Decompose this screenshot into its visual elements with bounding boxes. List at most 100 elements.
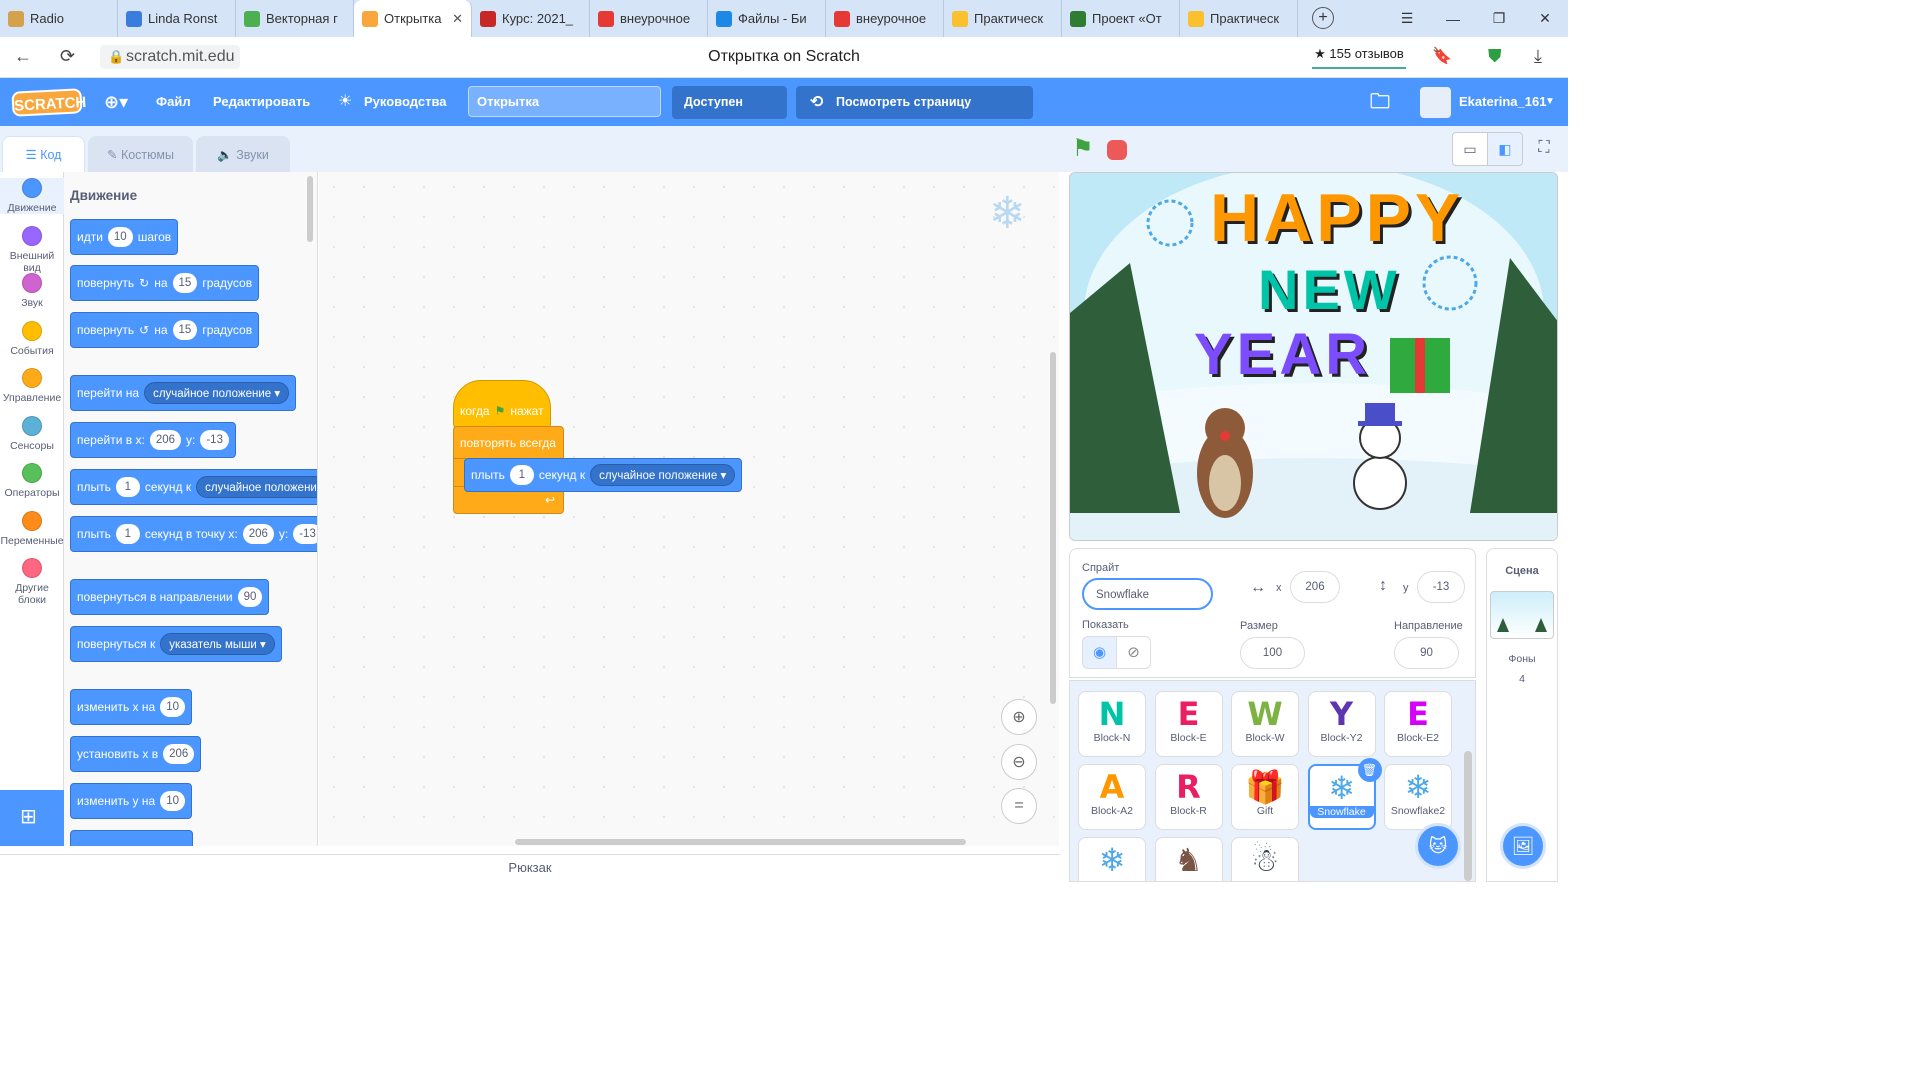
- category-item[interactable]: Внешний вид: [0, 225, 64, 274]
- reviews-badge[interactable]: ★ 155 отзывов: [1312, 43, 1406, 69]
- close-tab-icon[interactable]: ✕: [452, 11, 463, 27]
- direction-input[interactable]: 90: [1394, 637, 1459, 669]
- sprite-thumbnail[interactable]: R Block-R: [1154, 764, 1223, 830]
- point-towards-dropdown[interactable]: указатель мыши ▾: [160, 633, 275, 655]
- change-y-input[interactable]: 10: [160, 791, 185, 811]
- category-item[interactable]: Сенсоры: [0, 415, 64, 452]
- tab-code[interactable]: ☰ Код: [2, 136, 85, 174]
- sprite-thumbnail[interactable]: ❄ Snowflake 🗑: [1307, 758, 1382, 830]
- shield-icon[interactable]: ⛊: [1488, 46, 1502, 67]
- goto-xy-block[interactable]: перейти в x: 206 y: -13: [70, 422, 236, 458]
- browser-tab[interactable]: Linda Ronst: [118, 0, 236, 37]
- move-steps-input[interactable]: 10: [107, 227, 133, 247]
- sprite-list-scrollbar[interactable]: [1464, 751, 1472, 881]
- sprite-thumbnail[interactable]: 🎁 Gift: [1231, 764, 1299, 830]
- scratch-logo[interactable]: SCRATCH: [11, 88, 87, 117]
- tab-search-icon[interactable]: ☰: [1384, 0, 1430, 37]
- backpack[interactable]: Рюкзак: [0, 854, 1060, 882]
- globe-language-icon[interactable]: ⊕▾: [104, 78, 128, 126]
- browser-tab[interactable]: внеурочное: [590, 0, 708, 37]
- new-tab-button[interactable]: +: [1312, 7, 1334, 29]
- browser-tab[interactable]: Открытка ✕: [354, 0, 472, 37]
- workspace-vertical-scrollbar[interactable]: [1050, 352, 1056, 704]
- goto-block[interactable]: перейти на случайное положение ▾: [70, 375, 297, 411]
- url-field[interactable]: 🔒 scratch.mit.edu: [100, 45, 241, 69]
- point-towards-block[interactable]: повернуться к указатель мыши ▾: [70, 626, 282, 662]
- hide-eye-slash-icon[interactable]: ⊘: [1116, 636, 1151, 669]
- file-menu[interactable]: Файл: [156, 78, 191, 126]
- glide-x-input[interactable]: 206: [242, 524, 274, 544]
- turn-left-block[interactable]: повернуть ↺ на 15 градусов: [70, 312, 260, 348]
- green-flag-button[interactable]: ⚑: [1072, 134, 1094, 163]
- goto-y-input[interactable]: -13: [200, 430, 229, 450]
- point-direction-block[interactable]: повернуться в направлении 90: [70, 579, 270, 615]
- glide-xy-secs-input[interactable]: 1: [115, 524, 140, 544]
- glide-script-block[interactable]: плыть 1 секунд к случайное положение ▾: [464, 458, 743, 492]
- glide-to-block[interactable]: плыть 1 секунд к случайное положение: [70, 469, 317, 505]
- project-title-input[interactable]: Открытка: [468, 86, 661, 117]
- turn-right-block[interactable]: повернуть ↻ на 15 градусов: [70, 265, 260, 301]
- sprite-thumbnail[interactable]: ☃: [1231, 837, 1299, 881]
- show-visible-eye-icon[interactable]: ◉: [1082, 636, 1117, 669]
- glide-xy-block[interactable]: плыть 1 секунд в точку x: 206 y: -13: [70, 516, 317, 552]
- x-input[interactable]: 206: [1290, 571, 1340, 603]
- change-y-block[interactable]: изменить y на 10: [70, 783, 192, 819]
- user-menu-chevron-icon[interactable]: ▼: [1545, 78, 1555, 126]
- sprite-name-input[interactable]: Snowflake: [1082, 578, 1213, 610]
- next-block-partial[interactable]: [70, 830, 193, 846]
- sprite-thumbnail[interactable]: ❄: [1078, 837, 1146, 881]
- change-x-input[interactable]: 10: [160, 697, 185, 717]
- fullscreen-icon[interactable]: ⛶: [1526, 132, 1562, 166]
- zoom-in-button[interactable]: ⊕: [1001, 699, 1037, 735]
- sprite-thumbnail[interactable]: E Block-E2: [1384, 691, 1452, 757]
- add-sprite-cat-button[interactable]: 🐱: [1415, 823, 1461, 869]
- small-stage-button[interactable]: ▭: [1452, 132, 1488, 166]
- palette-scrollbar[interactable]: [307, 176, 313, 242]
- glide-secs-input[interactable]: 1: [115, 477, 140, 497]
- backdrop-thumbnail[interactable]: [1490, 591, 1554, 639]
- stage-canvas[interactable]: HAPPY NEW YEAR: [1069, 172, 1558, 541]
- browser-tab[interactable]: Radio: [0, 0, 118, 37]
- sprite-thumbnail[interactable]: Y Block-Y2: [1307, 691, 1376, 757]
- sprite-thumbnail[interactable]: ♞: [1154, 837, 1223, 881]
- browser-tab[interactable]: Курс: 2021_: [472, 0, 590, 37]
- goto-x-input[interactable]: 206: [149, 430, 181, 450]
- add-backdrop-button[interactable]: 🖼: [1500, 823, 1546, 869]
- restore-icon[interactable]: ❐: [1476, 0, 1522, 37]
- size-input[interactable]: 100: [1240, 637, 1305, 669]
- add-extension-button[interactable]: ⊞: [0, 790, 64, 846]
- sprite-thumbnail[interactable]: N Block-N: [1078, 691, 1146, 757]
- close-window-icon[interactable]: ✕: [1522, 0, 1568, 37]
- browser-tab[interactable]: Векторная г: [236, 0, 354, 37]
- script-glide-dropdown[interactable]: случайное положение ▾: [590, 464, 736, 486]
- browser-tab[interactable]: внеурочное: [826, 0, 944, 37]
- code-workspace[interactable]: ❄ когда ⚑ нажат повторять всегда ↩ плыть 1 с…: [319, 172, 1059, 846]
- goto-dropdown[interactable]: случайное положение ▾: [144, 382, 290, 404]
- minimize-icon[interactable]: —: [1430, 0, 1476, 37]
- workspace-horizontal-scrollbar[interactable]: [515, 839, 966, 845]
- browser-tab[interactable]: Файлы - Би: [708, 0, 826, 37]
- turn-left-input[interactable]: 15: [172, 320, 198, 340]
- zoom-reset-button[interactable]: =: [1001, 788, 1037, 824]
- reload-icon[interactable]: ⟳: [60, 46, 75, 67]
- see-project-page-button[interactable]: ⟲Посмотреть страницу проекта: [796, 86, 1033, 142]
- sprite-thumbnail[interactable]: ❄ Snowflake2: [1384, 764, 1452, 830]
- share-button[interactable]: Доступен всем: [672, 86, 787, 142]
- stop-button[interactable]: [1107, 140, 1127, 160]
- glide-y-input[interactable]: -13: [293, 524, 317, 544]
- set-x-block[interactable]: установить x в 206: [70, 736, 202, 772]
- forever-block[interactable]: повторять всегда: [453, 426, 564, 460]
- bookmark-icon[interactable]: 🔖: [1432, 46, 1452, 66]
- category-item[interactable]: Управление: [0, 368, 64, 404]
- browser-tab[interactable]: Практическ: [1180, 0, 1298, 37]
- when-flag-clicked-block[interactable]: когда ⚑ нажат: [453, 380, 551, 428]
- sprite-thumbnail[interactable]: A Block-A2: [1078, 764, 1146, 830]
- category-item[interactable]: Движение: [0, 178, 64, 214]
- sprite-thumbnail[interactable]: E Block-E: [1154, 691, 1223, 757]
- tutorials-menu[interactable]: Руководства: [364, 78, 447, 126]
- tab-costumes[interactable]: ✎ Костюмы: [88, 136, 193, 173]
- category-item[interactable]: Операторы: [0, 463, 64, 499]
- delete-sprite-icon[interactable]: 🗑: [1357, 758, 1382, 782]
- script-glide-secs-input[interactable]: 1: [509, 465, 534, 485]
- edit-menu[interactable]: Редактировать: [213, 78, 310, 126]
